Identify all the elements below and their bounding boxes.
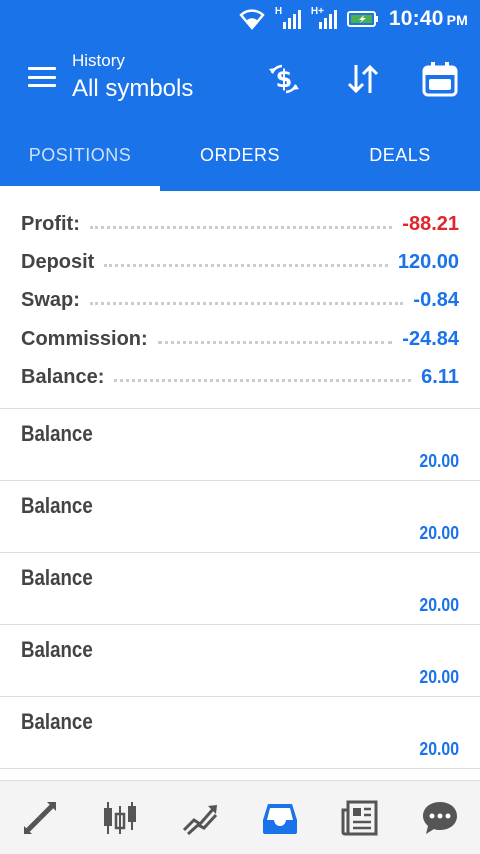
chat-icon[interactable] <box>400 781 480 854</box>
history-list: Balance 20.00 Balance 20.00 Balance 20.0… <box>0 408 480 769</box>
clock: 10:40 PM <box>389 7 468 31</box>
menu-icon[interactable] <box>28 67 56 87</box>
currency-exchange-icon[interactable]: $ <box>264 59 304 99</box>
chart-icon[interactable] <box>80 781 160 854</box>
entry-amount: 20.00 <box>419 739 459 759</box>
entry-amount: 20.00 <box>419 451 459 471</box>
history-icon[interactable] <box>240 781 320 854</box>
summary-label: Deposit <box>21 251 95 274</box>
tab-positions[interactable]: POSITIONS <box>0 119 160 191</box>
summary-label: Balance: <box>21 366 105 389</box>
signal-type-label: H <box>274 5 283 17</box>
summary-row-swap: Swap: -0.84 <box>0 282 480 320</box>
signal-icon: H <box>274 5 301 30</box>
sort-icon[interactable] <box>343 59 383 99</box>
entry-amount: 20.00 <box>419 667 459 687</box>
list-item[interactable]: Balance 20.00 <box>0 409 480 481</box>
entry-name: Balance <box>21 565 93 590</box>
entry-amount: 20.00 <box>419 523 459 543</box>
calendar-icon[interactable] <box>420 59 460 99</box>
summary-label: Swap: <box>21 289 80 312</box>
tab-deals[interactable]: DEALS <box>320 119 480 191</box>
summary-row-balance: Balance: 6.11 <box>0 359 480 397</box>
summary-label: Commission: <box>21 327 148 350</box>
summary-value: -24.84 <box>402 327 459 350</box>
list-item[interactable]: Balance 20.00 <box>0 625 480 697</box>
summary-row-profit: Profit: -88.21 <box>0 205 480 243</box>
summary-value: -0.84 <box>413 289 459 312</box>
tab-orders[interactable]: ORDERS <box>160 119 320 191</box>
summary-value: 6.11 <box>421 366 459 389</box>
list-item[interactable]: Balance 20.00 <box>0 553 480 625</box>
list-item[interactable]: Balance 20.00 <box>0 481 480 553</box>
summary-panel: Profit: -88.21 Deposit 120.00 Swap: -0.8… <box>0 205 480 397</box>
dot-leader <box>89 225 393 229</box>
title-block: History All symbols <box>72 51 193 103</box>
entry-name: Balance <box>21 493 93 518</box>
entry-name: Balance <box>21 421 93 446</box>
entry-name: Balance <box>21 637 93 662</box>
news-icon[interactable] <box>320 781 400 854</box>
tab-bar: POSITIONS ORDERS DEALS <box>0 119 480 191</box>
battery-icon <box>346 9 379 29</box>
trade-icon[interactable] <box>160 781 240 854</box>
summary-value: -88.21 <box>402 212 459 235</box>
page-subtitle: History <box>72 51 125 70</box>
summary-row-deposit: Deposit 120.00 <box>0 243 480 281</box>
clock-time: 10:40 <box>388 6 444 30</box>
page-title[interactable]: All symbols <box>72 75 193 103</box>
dot-leader <box>89 302 404 306</box>
wifi-icon <box>239 8 265 30</box>
summary-label: Profit: <box>21 212 80 235</box>
summary-value: 120.00 <box>397 251 459 274</box>
app-bar: History All symbols $ <box>0 37 480 119</box>
list-item[interactable]: Balance 20.00 <box>0 697 480 769</box>
entry-amount: 20.00 <box>419 595 459 615</box>
dot-leader <box>114 379 412 383</box>
summary-row-commission: Commission: -24.84 <box>0 320 480 358</box>
bottom-nav <box>0 780 480 854</box>
dot-leader <box>157 340 393 344</box>
svg-text:$: $ <box>276 65 293 93</box>
signal-type-label: H+ <box>310 5 324 17</box>
quotes-icon[interactable] <box>0 781 80 854</box>
dot-leader <box>104 264 388 268</box>
signal-icon: H+ <box>310 5 337 30</box>
entry-name: Balance <box>21 709 93 734</box>
clock-ampm: PM <box>446 11 468 28</box>
status-bar: H H+ 10:40 PM <box>0 0 480 37</box>
